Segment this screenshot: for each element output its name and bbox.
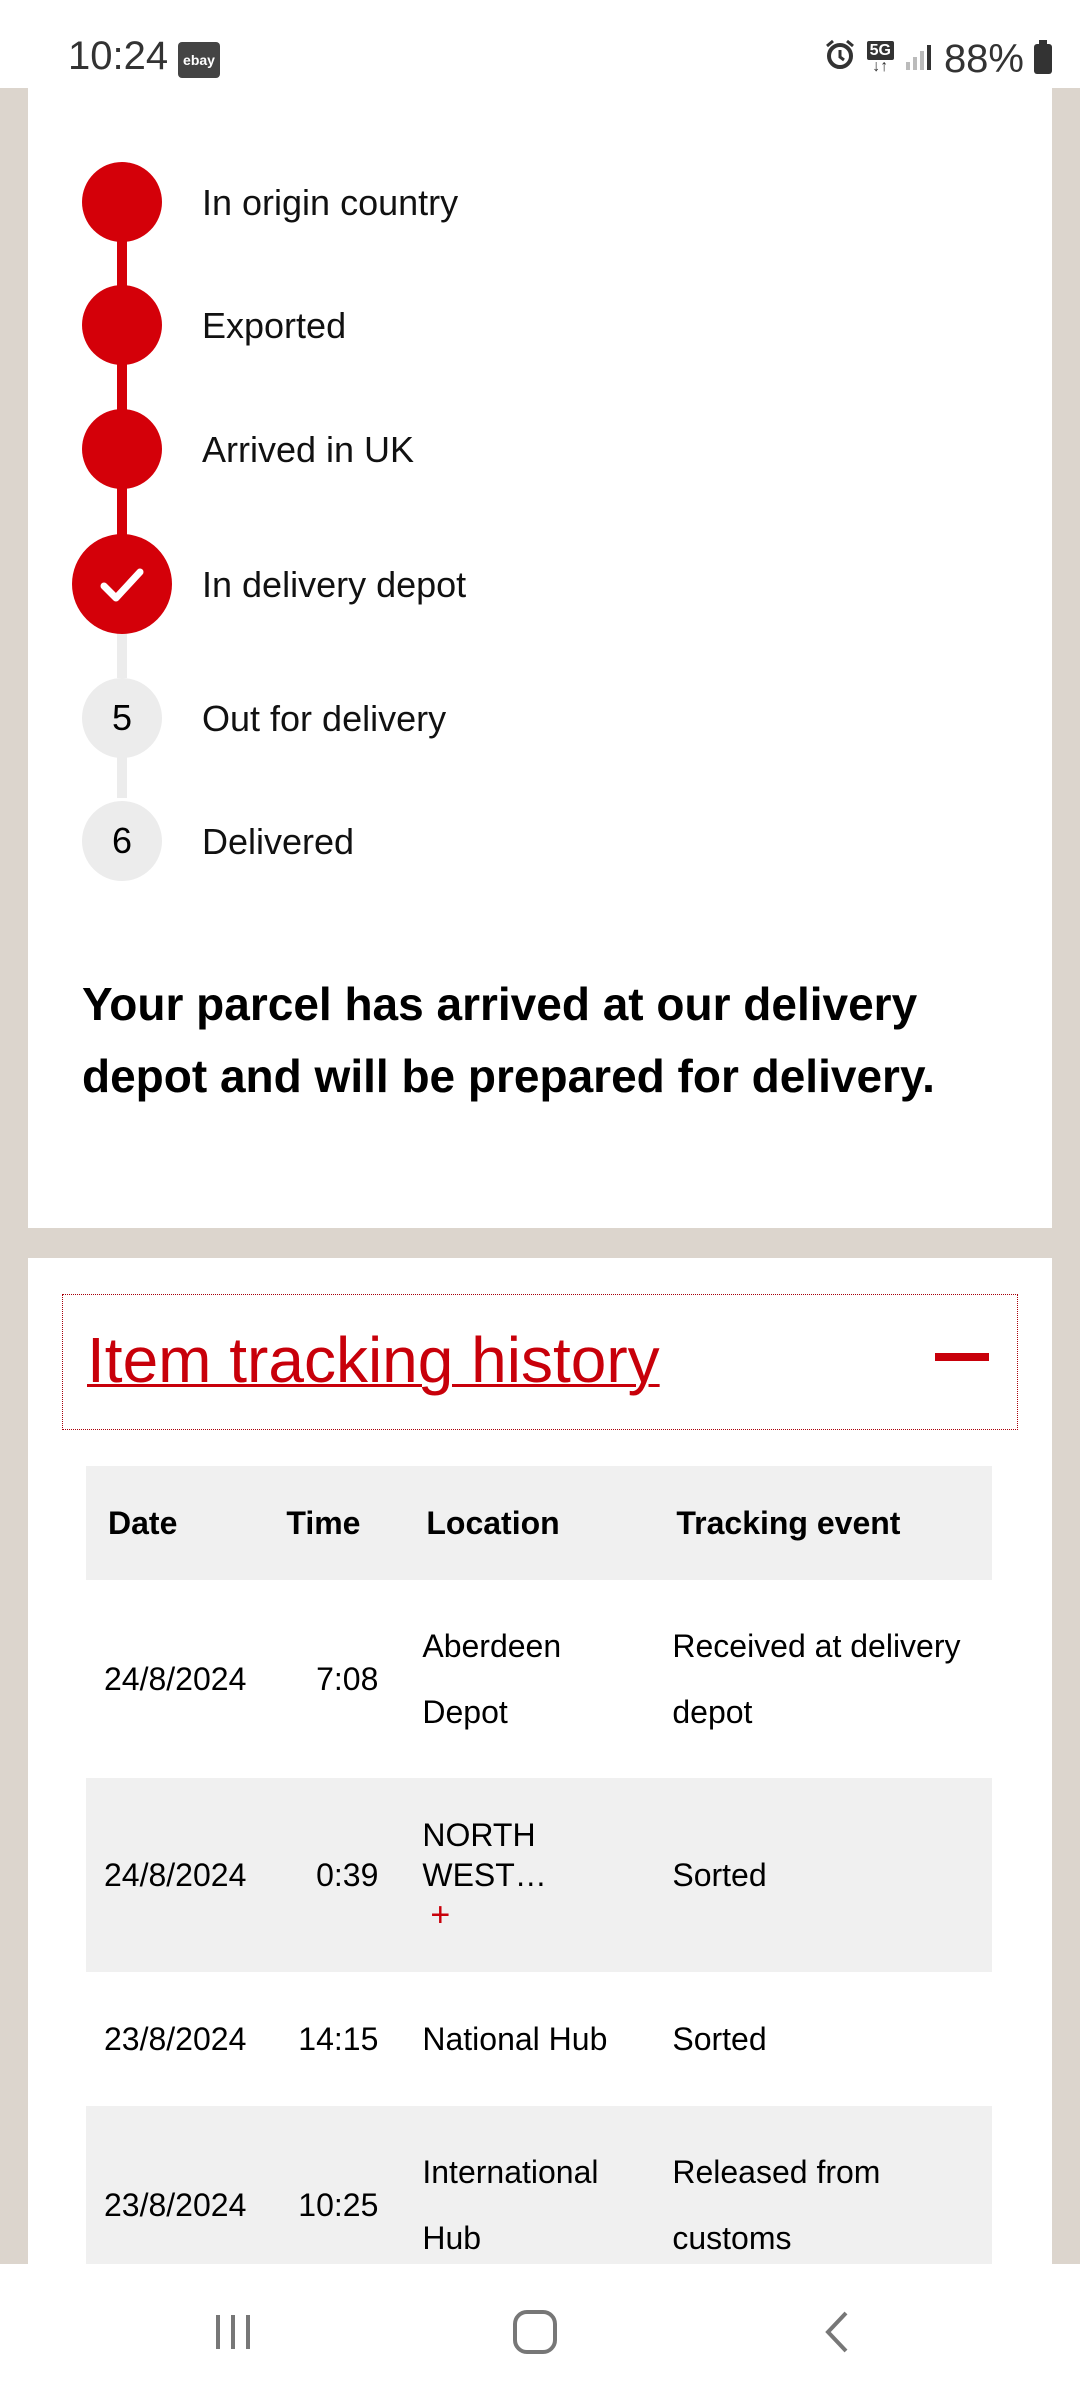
cell-location: International Hub bbox=[404, 2106, 655, 2268]
checkmark-icon bbox=[72, 534, 172, 634]
cell-event: Sorted bbox=[672, 2021, 767, 2057]
step-number-badge: 6 bbox=[82, 801, 162, 881]
step-complete-dot bbox=[82, 285, 162, 365]
location-text: NORTH WEST… bbox=[422, 1817, 547, 1893]
status-bar: 10:24 ebay 5G ↓↑ 88% bbox=[0, 0, 1080, 88]
tracking-history-table: Date Time Location Tracking event 24/8/2… bbox=[86, 1466, 992, 2268]
history-title-link[interactable]: Item tracking history bbox=[87, 1323, 660, 1397]
back-icon[interactable] bbox=[804, 2304, 874, 2360]
cell-date: 23/8/2024 bbox=[104, 2021, 247, 2057]
step-complete-dot bbox=[82, 409, 162, 489]
column-header-location: Location bbox=[404, 1466, 655, 1580]
cell-date: 23/8/2024 bbox=[86, 2106, 265, 2268]
cell-event: Released from customs bbox=[654, 2106, 992, 2268]
battery-icon bbox=[1034, 40, 1052, 74]
cell-time: 0:39 bbox=[264, 1778, 405, 1972]
cell-location: National Hub bbox=[422, 2021, 608, 2057]
tracking-history-card: Item tracking history Date Time Location… bbox=[28, 1258, 1052, 2268]
battery-percent: 88% bbox=[943, 36, 1024, 81]
table-row: 23/8/2024 14:15 National Hub Sorted bbox=[86, 1972, 992, 2106]
step-label: In origin country bbox=[202, 182, 459, 223]
status-icons: 5G ↓↑ 88% bbox=[823, 34, 1052, 84]
step-label: In delivery depot bbox=[202, 564, 467, 605]
home-icon[interactable] bbox=[500, 2304, 570, 2360]
table-header-row: Date Time Location Tracking event bbox=[86, 1466, 992, 1580]
step-complete-dot bbox=[82, 162, 162, 242]
history-accordion-header[interactable]: Item tracking history bbox=[62, 1294, 1018, 1430]
step-label: Out for delivery bbox=[202, 698, 447, 739]
cell-event: Received at delivery depot bbox=[672, 1628, 961, 1730]
status-time: 10:24 bbox=[68, 34, 169, 78]
cell-time: 14:15 bbox=[298, 2021, 379, 2057]
column-header-date: Date bbox=[86, 1466, 265, 1580]
collapse-minus-icon[interactable] bbox=[935, 1353, 989, 1361]
system-nav-bar bbox=[0, 2264, 1080, 2400]
network-5g-icon: 5G ↓↑ bbox=[866, 41, 894, 75]
cell-location: NORTH WEST… + bbox=[404, 1778, 655, 1972]
tracking-progress-card: In origin country Exported Arrived in UK… bbox=[28, 88, 1052, 1228]
status-summary: Your parcel has arrived at our delivery … bbox=[82, 978, 935, 1102]
column-header-time: Time bbox=[264, 1466, 405, 1580]
column-header-event: Tracking event bbox=[654, 1466, 992, 1580]
step-number-badge: 5 bbox=[82, 678, 162, 758]
network-label: 5G bbox=[866, 41, 894, 60]
alarm-icon bbox=[823, 37, 857, 82]
cell-date: 24/8/2024 bbox=[86, 1778, 265, 1972]
cell-time: 7:08 bbox=[316, 1661, 379, 1697]
table-row: 24/8/2024 0:39 NORTH WEST… + Sorted bbox=[86, 1778, 992, 1972]
cell-time: 10:25 bbox=[264, 2106, 405, 2268]
step-label: Arrived in UK bbox=[202, 429, 415, 470]
step-label: Exported bbox=[202, 305, 347, 346]
table-row: 24/8/2024 7:08 Aberdeen Depot Received a… bbox=[86, 1580, 992, 1778]
step-label: Delivered bbox=[202, 821, 355, 862]
cell-date: 24/8/2024 bbox=[104, 1661, 247, 1697]
table-row: 23/8/2024 10:25 International Hub Releas… bbox=[86, 2106, 992, 2268]
expand-location-plus-icon[interactable]: + bbox=[430, 1895, 636, 1935]
recent-apps-icon[interactable] bbox=[198, 2304, 268, 2360]
cell-location: Aberdeen Depot bbox=[422, 1628, 562, 1730]
cell-event: Sorted bbox=[654, 1778, 992, 1972]
signal-icon bbox=[904, 37, 934, 82]
ebay-notification-icon: ebay bbox=[178, 42, 220, 78]
